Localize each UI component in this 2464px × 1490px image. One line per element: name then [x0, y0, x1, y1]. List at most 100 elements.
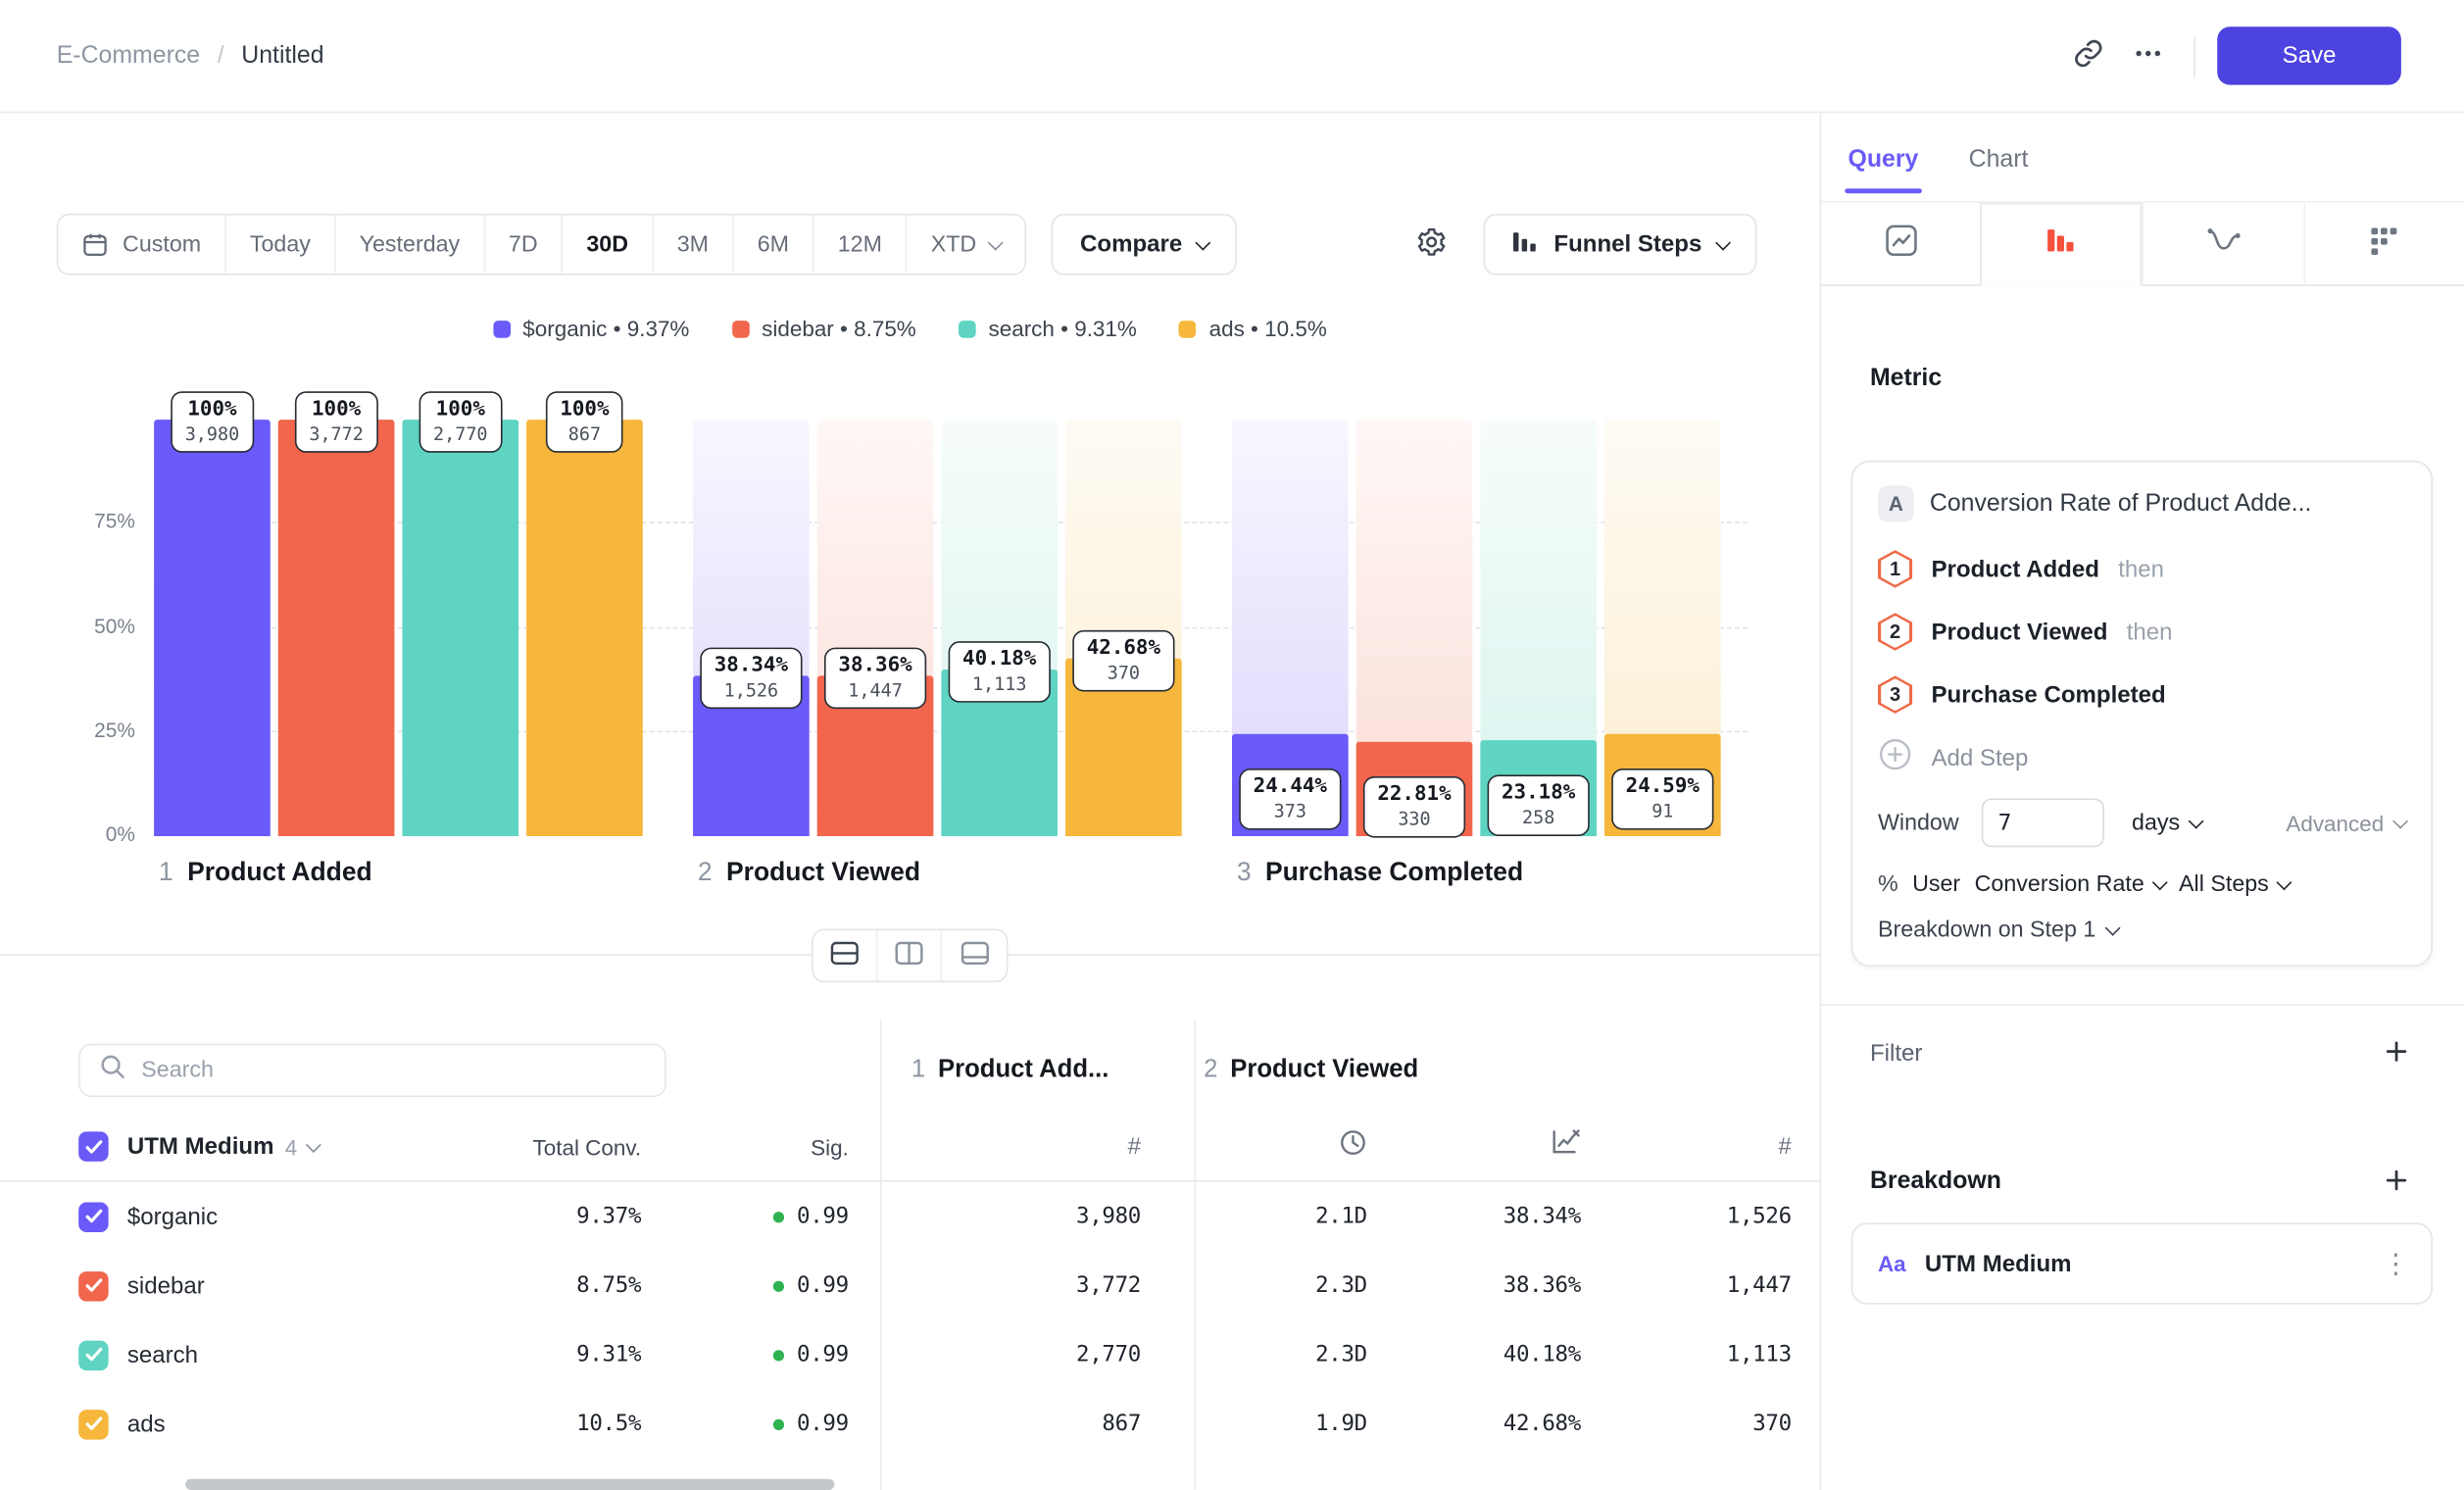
metric-title[interactable]: Conversion Rate of Product Adde... [1930, 489, 2312, 518]
layout-bottom-toggle[interactable] [942, 930, 1007, 980]
chevron-down-icon [1715, 234, 1731, 250]
step2-count: 1,447 [1606, 1251, 1820, 1320]
chevron-down-icon [988, 234, 1004, 250]
breadcrumb-report-name[interactable]: Untitled [241, 41, 323, 70]
table-row[interactable]: $organic9.37%0.993,9802.1D38.34%1,526 [0, 1182, 1820, 1252]
row-checkbox[interactable] [78, 1409, 108, 1438]
legend-item[interactable]: $organic • 9.37% [493, 316, 690, 341]
breakdown-column-label[interactable]: UTM Medium [127, 1133, 274, 1160]
date-range-30d[interactable]: 30D [563, 216, 653, 273]
report-type-retention[interactable] [2142, 203, 2302, 284]
row-label: $organic [127, 1203, 218, 1229]
funnel-bar[interactable]: 42.68%370 [1065, 420, 1182, 836]
funnel-bar[interactable]: 38.34%1,526 [693, 420, 810, 836]
funnel-bar[interactable]: 24.44%373 [1232, 420, 1349, 836]
compare-button[interactable]: Compare [1052, 214, 1237, 275]
breakdown-item[interactable]: Aa UTM Medium ⋮ [1851, 1222, 2433, 1304]
tab-label: Chart [1969, 146, 2029, 173]
advanced-toggle[interactable]: Advanced [2286, 811, 2405, 836]
funnel-bar[interactable]: 23.18%258 [1480, 420, 1597, 836]
row-checkbox[interactable] [78, 1270, 108, 1300]
date-range-yesterday[interactable]: Yesterday [336, 216, 485, 273]
chart-settings-button[interactable] [1402, 215, 1461, 274]
kebab-menu-icon[interactable]: ⋮ [2383, 1250, 2409, 1276]
date-range-group: CustomTodayYesterday 7D 30D3M 6M 12MXTD [57, 214, 1027, 275]
report-type-tabs [1821, 201, 2464, 286]
more-options-button[interactable] [2118, 25, 2178, 85]
chevron-down-icon [2104, 920, 2120, 936]
funnel-bar[interactable]: 24.59%91 [1604, 420, 1721, 836]
date-range-today[interactable]: Today [226, 216, 336, 273]
y-tick: 50% [60, 614, 135, 637]
date-range-7d[interactable]: 7D [485, 216, 563, 273]
metric-step[interactable]: 2Product Viewedthen [1878, 600, 2406, 663]
date-range-3m[interactable]: 3M [654, 216, 734, 273]
date-range-custom[interactable]: Custom [58, 216, 226, 273]
table-search[interactable] [78, 1044, 666, 1098]
funnel-bar[interactable]: 100%3,772 [278, 420, 395, 836]
add-breakdown-button[interactable] [2383, 1167, 2411, 1196]
row-checkbox[interactable] [78, 1202, 108, 1231]
table-row[interactable]: sidebar8.75%0.993,7722.3D38.36%1,447 [0, 1251, 1820, 1320]
legend-item[interactable]: sidebar • 8.75% [732, 316, 916, 341]
funnel-bar[interactable]: 38.36%1,447 [817, 420, 934, 836]
sig-header[interactable]: Sig. [811, 1134, 849, 1160]
window-value-input[interactable] [1981, 798, 2103, 847]
legend-label: ads • 10.5% [1209, 316, 1327, 341]
trend-icon [1551, 1128, 1580, 1165]
breakdown-heading: Breakdown [1870, 1167, 2001, 1196]
flows-icon [2369, 224, 2400, 263]
funnel-bar[interactable]: 100%867 [526, 420, 643, 836]
tab-chart[interactable]: Chart [1969, 146, 2029, 174]
search-input[interactable] [141, 1058, 646, 1083]
layout-columns-toggle[interactable] [877, 930, 942, 980]
funnel-step-group: 24.44%37322.81%33023.18%25824.59%913Purc… [1232, 420, 1721, 836]
funnel-bar[interactable]: 40.18%1,113 [941, 420, 1058, 836]
tab-query[interactable]: Query [1848, 146, 1919, 174]
chart-legend: $organic • 9.37% sidebar • 8.75% search • … [0, 316, 1820, 341]
window-unit-select[interactable]: days [2132, 811, 2202, 836]
funnel-bar[interactable]: 100%2,770 [402, 420, 518, 836]
row-checkbox[interactable] [78, 1340, 108, 1369]
total-conv-header[interactable]: Total Conv. [533, 1134, 642, 1160]
funnel-bar[interactable]: 22.81%330 [1356, 420, 1473, 836]
funnel-bar[interactable]: 100%3,980 [154, 420, 271, 836]
save-button[interactable]: Save [2217, 26, 2401, 84]
row-label: search [127, 1341, 198, 1367]
conversion-window-row: Window days Advanced [1878, 798, 2406, 847]
step-number: 2 [1204, 1056, 1217, 1082]
breakdown-step-select[interactable]: Breakdown on Step 1 [1878, 918, 2118, 943]
report-type-funnels[interactable] [1979, 203, 2142, 284]
metric-step-label: Purchase Completed [1931, 681, 2165, 708]
measure-scope-select[interactable]: All Steps [2179, 872, 2290, 898]
step2-count: 370 [1606, 1389, 1820, 1459]
date-range-label: 7D [509, 231, 538, 257]
legend-item[interactable]: search • 9.31% [959, 316, 1137, 341]
horizontal-scrollbar-thumb[interactable] [185, 1479, 834, 1490]
chart-type-button[interactable]: Funnel Steps [1483, 214, 1756, 275]
step2-conv-rate: 38.34% [1399, 1182, 1606, 1252]
table-row[interactable]: ads10.5%0.998671.9D42.68%370 [0, 1389, 1820, 1459]
measure-metric-select[interactable]: Conversion Rate [1975, 872, 2165, 898]
report-type-flows[interactable] [2303, 203, 2464, 284]
query-panel: Query Chart Metric A [1820, 113, 2464, 1490]
date-range-label: 6M [758, 231, 789, 257]
select-all-checkbox[interactable] [78, 1131, 108, 1161]
metric-step[interactable]: 3Purchase Completed [1878, 664, 2406, 726]
breakdown-item-label: UTM Medium [1925, 1250, 2363, 1276]
measure-entity[interactable]: User [1912, 872, 1960, 898]
table-section-divider [1195, 1020, 1197, 1490]
metric-step[interactable]: 1Product Addedthen [1878, 537, 2406, 600]
report-type-insights[interactable] [1821, 203, 1981, 284]
layout-rows-toggle[interactable] [813, 930, 878, 980]
date-range-12m[interactable]: 12M [814, 216, 908, 273]
significance-cell: 0.99 [641, 1320, 849, 1390]
table-row[interactable]: search9.31%0.992,7702.3D40.18%1,113 [0, 1320, 1820, 1390]
legend-item[interactable]: ads • 10.5% [1179, 316, 1327, 341]
share-link-button[interactable] [2058, 25, 2118, 85]
add-step-button[interactable]: Add Step [1878, 726, 2028, 789]
add-filter-button[interactable] [2383, 1039, 2411, 1068]
breadcrumb-project[interactable]: E-Commerce [57, 41, 200, 70]
date-range-xtd[interactable]: XTD [908, 216, 1025, 273]
date-range-6m[interactable]: 6M [734, 216, 814, 273]
